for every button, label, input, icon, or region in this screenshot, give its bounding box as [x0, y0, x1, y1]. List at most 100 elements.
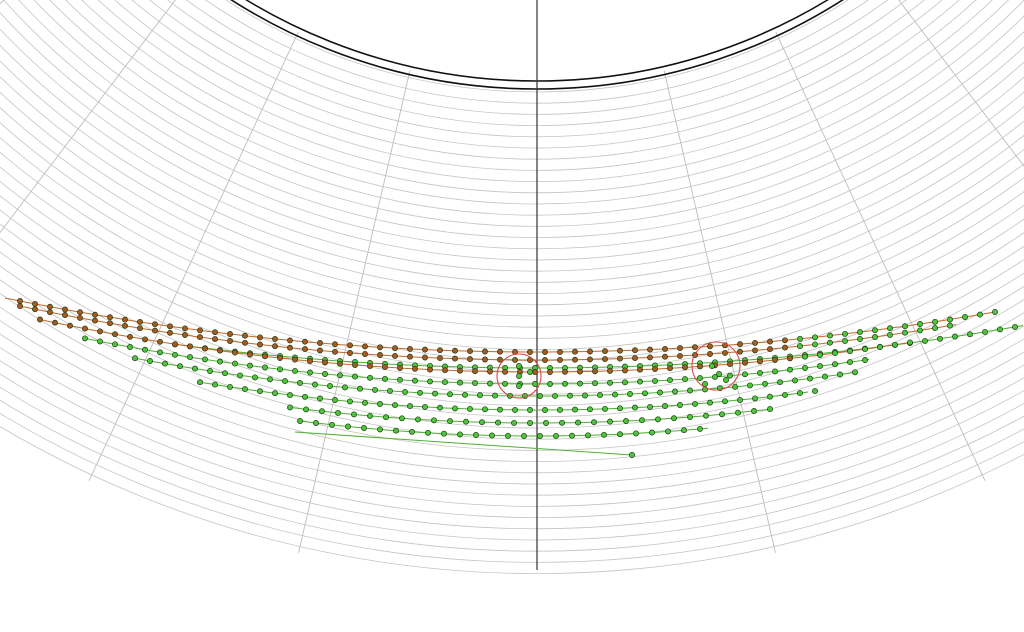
hit-point-green: [292, 367, 298, 374]
hit-point-green: [467, 405, 473, 412]
hit-point-green: [542, 407, 548, 413]
hit-point-green: [516, 373, 522, 379]
hit-point-green: [367, 412, 373, 419]
hit-point-orange: [737, 348, 743, 355]
hit-point-green: [452, 405, 458, 412]
hit-point-orange: [167, 323, 173, 330]
hit-point-orange: [67, 322, 73, 329]
hit-point-green: [752, 395, 758, 402]
detector-layer-arc: [0, 136, 1024, 339]
hit-point-orange: [347, 350, 353, 356]
hit-point-green: [577, 380, 583, 387]
hit-point-green: [112, 341, 118, 348]
hit-point-green: [892, 341, 898, 348]
hit-point-green: [817, 363, 823, 370]
hit-point-green: [632, 404, 638, 411]
hit-point-green: [982, 328, 988, 335]
hit-point-green: [297, 379, 303, 386]
detector-viewport[interactable]: [0, 0, 1024, 632]
detector-layer-arc: [81, 0, 993, 182]
hit-point-orange: [247, 351, 253, 358]
hit-point-orange: [652, 366, 658, 372]
hit-point-green: [639, 417, 645, 424]
hit-point-green: [553, 432, 559, 439]
hit-point-orange: [152, 321, 158, 328]
hit-point-orange: [682, 364, 688, 371]
hit-point-green: [97, 338, 103, 345]
hit-point-orange: [677, 352, 683, 359]
detector-layer-arc: [0, 60, 1024, 283]
hit-point-green: [247, 362, 253, 369]
hit-point-orange: [32, 300, 38, 307]
hit-point-green: [732, 383, 738, 390]
hit-point-orange: [727, 361, 733, 368]
hit-point-green: [687, 387, 693, 394]
hit-point-green: [287, 392, 293, 399]
hit-point-orange: [187, 343, 193, 350]
hit-point-orange: [407, 345, 413, 352]
hit-point-orange: [737, 341, 743, 348]
hit-point-green: [222, 370, 228, 377]
hit-point-orange: [322, 359, 328, 366]
hit-point-green: [537, 393, 543, 399]
hit-point-orange: [562, 368, 568, 375]
hit-point-green: [807, 375, 813, 382]
hit-point-green: [787, 366, 793, 373]
hit-point-orange: [532, 369, 538, 375]
hit-point-green: [735, 409, 741, 416]
hit-point-green: [719, 411, 725, 418]
hit-point-orange: [497, 348, 503, 355]
hit-point-green: [637, 378, 643, 385]
hit-point-green: [477, 392, 483, 399]
hit-point-orange: [662, 345, 668, 352]
hit-point-orange: [37, 316, 43, 323]
hit-point-green: [601, 431, 607, 438]
hit-point-green: [665, 428, 671, 435]
hit-point-green: [277, 366, 283, 373]
hit-point-green: [472, 380, 478, 387]
hit-point-green: [512, 406, 518, 413]
hit-point-green: [709, 363, 715, 369]
hit-point-green: [633, 430, 639, 437]
hit-point-green: [557, 406, 563, 413]
hit-point-orange: [502, 368, 508, 375]
hit-point-green: [697, 425, 703, 432]
hit-point-green: [327, 383, 333, 389]
hit-point-green: [917, 321, 923, 327]
hit-point-green: [751, 408, 757, 414]
inner-boundary-arc: [230, 0, 844, 90]
hit-point-green: [937, 335, 943, 342]
hit-point-green: [479, 419, 485, 426]
hit-point-green: [952, 333, 958, 340]
hit-point-green: [307, 369, 313, 376]
hit-point-orange: [242, 332, 248, 339]
detector-layer-arc: [0, 360, 1024, 518]
hit-point-orange: [662, 353, 668, 360]
hit-point-orange: [287, 337, 293, 344]
hit-point-green: [147, 358, 153, 364]
hit-point-green: [627, 391, 633, 397]
hit-point-green: [617, 431, 623, 438]
detector-layer-arc: [49, 0, 1024, 205]
hit-point-green: [642, 390, 648, 397]
hit-point-green: [567, 392, 573, 399]
hit-point-orange: [332, 341, 338, 348]
hit-point-green: [319, 408, 325, 415]
hit-point-orange: [487, 368, 493, 375]
hit-point-green: [392, 402, 398, 409]
hit-point-green: [857, 336, 863, 342]
hit-point-green: [562, 380, 568, 387]
hit-point-green: [947, 322, 953, 329]
detector-layer-arc: [3, 0, 1024, 238]
hit-point-green: [1012, 323, 1018, 330]
hit-point-green: [157, 349, 163, 356]
hit-point-green: [932, 325, 938, 332]
hit-point-green: [377, 426, 383, 433]
hit-point-green: [207, 368, 213, 374]
hit-point-green: [907, 339, 913, 346]
hit-point-orange: [272, 343, 278, 350]
hit-point-orange: [637, 366, 643, 373]
hit-point-green: [597, 392, 603, 399]
hit-point-green: [887, 325, 893, 332]
hit-point-green: [262, 364, 268, 371]
